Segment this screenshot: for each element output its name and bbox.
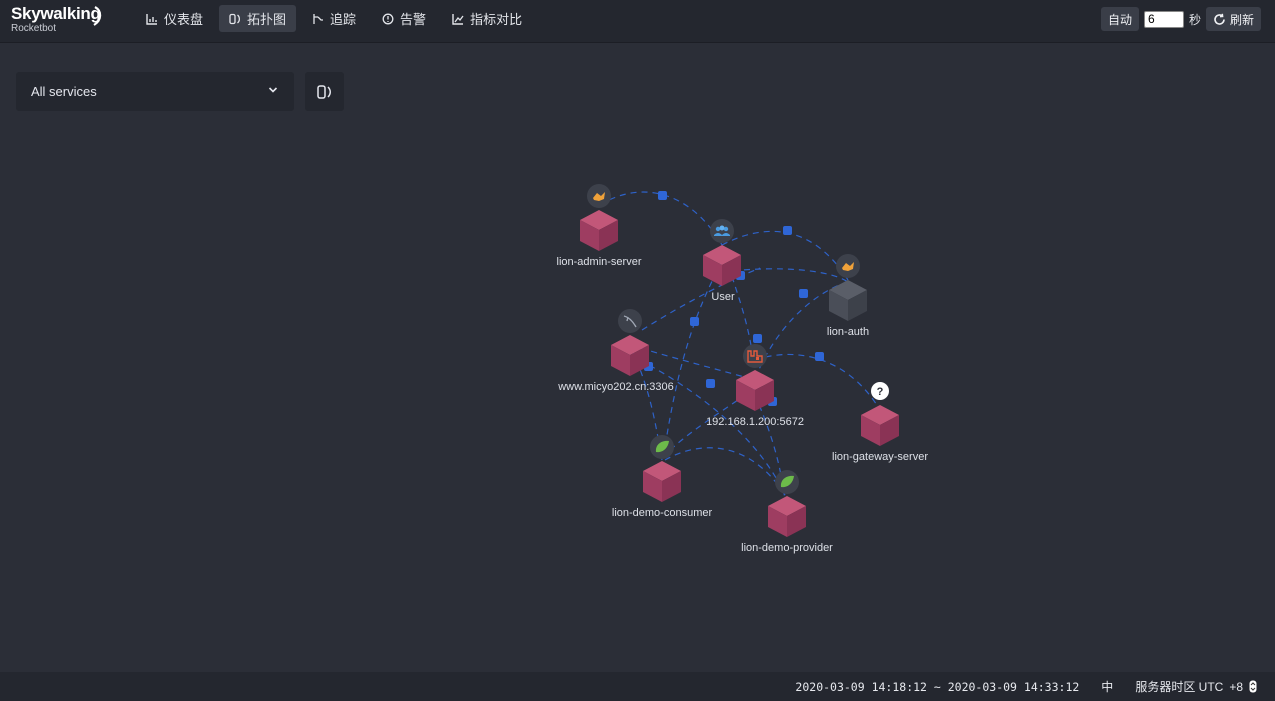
timezone-label: 服务器时区 UTC	[1135, 680, 1224, 694]
edge-marker	[799, 289, 808, 298]
timezone-selector[interactable]: 服务器时区 UTC +8	[1135, 678, 1257, 695]
mysql-icon	[618, 309, 642, 333]
rabbitmq-icon	[743, 344, 767, 368]
node-lion-auth[interactable]: lion-auth	[827, 254, 869, 338]
node-rabbitmq[interactable]: 192.168.1.200:5672	[706, 344, 804, 428]
node-label: 192.168.1.200:5672	[706, 416, 804, 428]
node-lion-gateway-server[interactable]: ? lion-gateway-server	[832, 382, 928, 463]
node-label: lion-auth	[827, 326, 869, 338]
time-range[interactable]: 2020-03-09 14:18:12 ~ 2020-03-09 14:33:1…	[795, 680, 1079, 694]
language-toggle[interactable]: 中	[1101, 678, 1113, 695]
node-lion-demo-consumer[interactable]: lion-demo-consumer	[612, 435, 713, 519]
status-footer: 2020-03-09 14:18:12 ~ 2020-03-09 14:33:1…	[0, 672, 1275, 701]
node-lion-admin-server[interactable]: lion-admin-server	[557, 184, 642, 268]
edge-marker	[753, 334, 762, 343]
edge	[664, 447, 786, 496]
edge-marker	[783, 226, 792, 235]
node-label: User	[711, 291, 735, 303]
edge-marker	[658, 191, 667, 200]
edge-marker	[690, 317, 699, 326]
node-lion-demo-provider[interactable]: lion-demo-provider	[741, 470, 833, 554]
topology-graph: lion-admin-server User lion-auth www.mic…	[557, 184, 928, 554]
edge-marker	[815, 352, 824, 361]
timezone-value: +8	[1229, 679, 1243, 694]
node-label: lion-demo-consumer	[612, 507, 713, 519]
node-label: lion-gateway-server	[832, 451, 928, 463]
node-label: www.micyo202.cn:3306	[557, 381, 674, 393]
node-label: lion-admin-server	[557, 256, 642, 268]
node-user[interactable]: User	[703, 219, 741, 303]
users-icon	[710, 219, 734, 243]
stepper-icon	[1249, 680, 1257, 693]
node-label: lion-demo-provider	[741, 542, 833, 554]
svg-text:?: ?	[877, 386, 884, 398]
edge-marker	[706, 379, 715, 388]
